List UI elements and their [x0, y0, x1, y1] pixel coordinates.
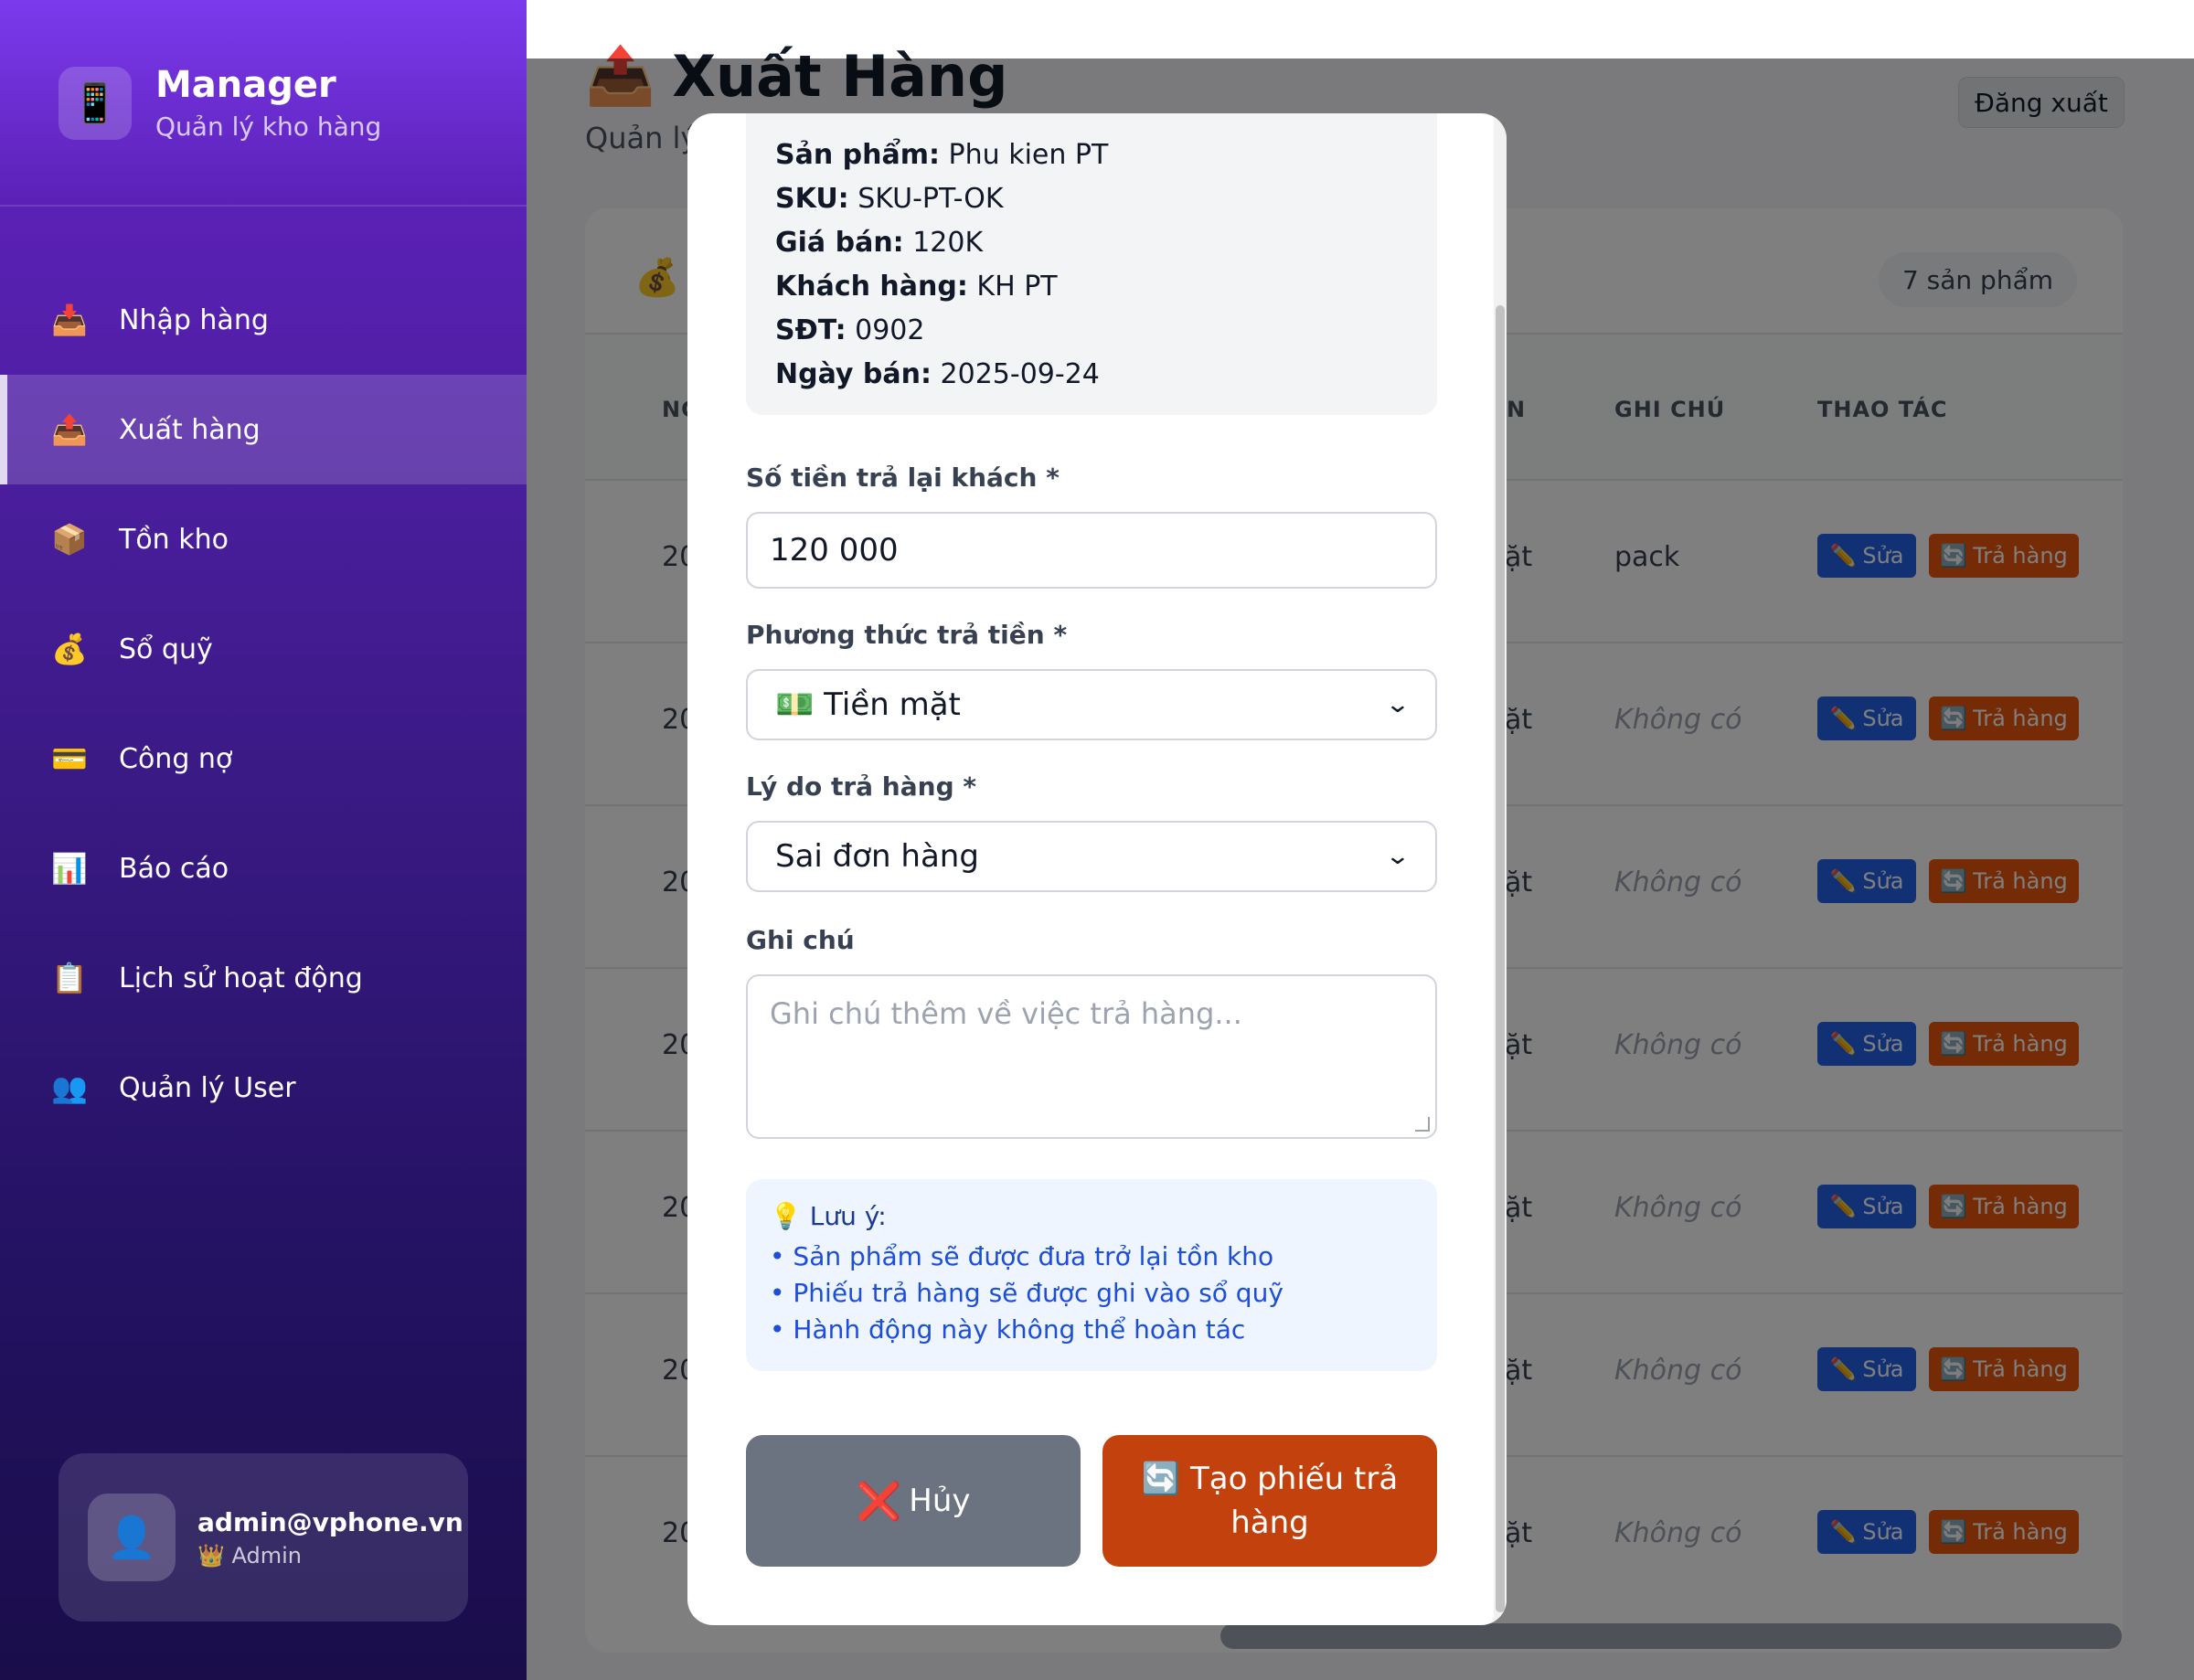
sidebar-item-label: Công nợ [119, 742, 233, 775]
return-reason-select[interactable]: Sai đơn hàng ⌄ [746, 821, 1437, 892]
sidebar-divider [0, 205, 527, 207]
note-placeholder: Ghi chú thêm về việc trả hàng... [770, 996, 1242, 1031]
refresh-icon: 🔄 [1141, 1461, 1181, 1497]
info-label: Giá bán: [775, 227, 904, 259]
cancel-label: Hủy [909, 1483, 971, 1519]
sidebar-item-xuat-hang[interactable]: 📤 Xuất hàng [0, 375, 527, 484]
note-textarea[interactable]: Ghi chú thêm về việc trả hàng... [746, 974, 1437, 1139]
package-icon: 📦 [51, 522, 88, 557]
return-reason-label: Lý do trả hàng * [746, 771, 976, 802]
close-icon: ❌ [856, 1480, 902, 1523]
sidebar-item-label: Xuất hàng [119, 413, 261, 446]
user-role: 👑 Admin [197, 1543, 463, 1568]
product-info-box: Sản phẩm: Phu kien PT SKU: SKU-PT-OK Giá… [746, 113, 1437, 415]
create-return-button[interactable]: 🔄 Tạo phiếu trả hàng [1102, 1435, 1437, 1567]
user-email: admin@vphone.vn [197, 1506, 463, 1537]
payment-method-select[interactable]: 💵 Tiền mặt ⌄ [746, 669, 1437, 740]
info-label: Khách hàng: [775, 271, 968, 303]
info-label: SKU: [775, 183, 849, 215]
brand-title: Manager [155, 64, 336, 106]
sidebar-item-label: Quản lý User [119, 1071, 296, 1104]
resize-handle[interactable] [1415, 1117, 1430, 1132]
lightbulb-icon: 💡 [770, 1201, 802, 1231]
outbox-icon: 📤 [51, 412, 88, 447]
inbox-icon: 📥 [51, 303, 88, 337]
notice-item: • Hành động này không thể hoàn tác [770, 1314, 1246, 1345]
modal-scrollbar-thumb[interactable] [1496, 305, 1505, 1612]
credit-card-icon: 💳 [51, 741, 88, 776]
return-reason-value: Sai đơn hàng [775, 838, 979, 875]
return-modal: Sản phẩm: Phu kien PT SKU: SKU-PT-OK Giá… [687, 113, 1507, 1625]
info-price: Giá bán: 120K [775, 221, 1408, 265]
info-value: SKU-PT-OK [857, 183, 1004, 215]
sidebar-item-bao-cao[interactable]: 📊 Báo cáo [0, 813, 527, 923]
notice-item: • Sản phẩm sẽ được đưa trở lại tồn kho [770, 1241, 1274, 1271]
chevron-down-icon: ⌄ [1384, 691, 1411, 718]
notice-title-text: Lưu ý: [809, 1201, 887, 1231]
sidebar-item-label: Báo cáo [119, 852, 229, 885]
info-label: SĐT: [775, 314, 847, 346]
info-sale-date: Ngày bán: 2025-09-24 [775, 353, 1408, 397]
sidebar-item-label: Tồn kho [119, 523, 229, 556]
sidebar-item-lich-su[interactable]: 📋 Lịch sử hoạt động [0, 923, 527, 1033]
notice-box: 💡 Lưu ý: • Sản phẩm sẽ được đưa trở lại … [746, 1179, 1437, 1371]
avatar: 👤 [88, 1494, 176, 1581]
sidebar-item-cong-no[interactable]: 💳 Công nợ [0, 704, 527, 813]
info-value: KH PT [976, 271, 1058, 303]
chevron-down-icon: ⌄ [1384, 843, 1411, 870]
cancel-button[interactable]: ❌ Hủy [746, 1435, 1081, 1567]
info-sku: SKU: SKU-PT-OK [775, 177, 1408, 221]
user-card[interactable]: 👤 admin@vphone.vn 👑 Admin [59, 1453, 468, 1622]
cash-icon: 💵 [775, 686, 815, 723]
info-value: Phu kien PT [948, 139, 1109, 171]
users-icon: 👥 [51, 1070, 88, 1105]
payment-method-text: Tiền mặt [824, 686, 961, 723]
sidebar-item-so-quy[interactable]: 💰 Sổ quỹ [0, 594, 527, 704]
brand-subtitle: Quản lý kho hàng [155, 112, 382, 142]
info-customer: Khách hàng: KH PT [775, 265, 1408, 309]
sidebar-item-ton-kho[interactable]: 📦 Tồn kho [0, 484, 527, 594]
info-label: Sản phẩm: [775, 139, 940, 171]
sidebar-item-nhap-hang[interactable]: 📥 Nhập hàng [0, 265, 527, 375]
brand[interactable]: 📱 Manager Quản lý kho hàng [59, 64, 381, 142]
phone-icon: 📱 [59, 66, 132, 140]
info-product: Sản phẩm: Phu kien PT [775, 133, 1408, 177]
refund-amount-input[interactable]: 120 000 [746, 512, 1437, 589]
sidebar-item-label: Lịch sử hoạt động [119, 962, 363, 994]
crown-icon: 👑 [197, 1542, 225, 1568]
create-return-text: Tạo phiếu trả hàng [1189, 1461, 1399, 1541]
sidebar-nav: 📥 Nhập hàng 📤 Xuất hàng 📦 Tồn kho 💰 Sổ q… [0, 265, 527, 1143]
sidebar-item-label: Sổ quỹ [119, 633, 213, 665]
money-bag-icon: 💰 [51, 632, 88, 666]
sidebar-item-label: Nhập hàng [119, 303, 269, 336]
sidebar-item-quan-ly-user[interactable]: 👥 Quản lý User [0, 1033, 527, 1143]
refund-amount-label: Số tiền trả lại khách * [746, 463, 1060, 493]
notice-item: • Phiếu trả hàng sẽ được ghi vào sổ quỹ [770, 1278, 1283, 1308]
user-role-label: Admin [231, 1542, 303, 1568]
info-value: 0902 [855, 314, 925, 346]
info-value: 120K [912, 227, 984, 259]
create-return-label: 🔄 Tạo phiếu trả hàng [1139, 1457, 1401, 1545]
info-phone: SĐT: 0902 [775, 309, 1408, 353]
payment-method-label: Phương thức trả tiền * [746, 620, 1068, 650]
bar-chart-icon: 📊 [51, 851, 88, 886]
info-label: Ngày bán: [775, 358, 932, 390]
modal-scrollbar[interactable] [1494, 113, 1507, 1625]
payment-method-value: 💵 Tiền mặt [775, 686, 961, 723]
notice-title: 💡 Lưu ý: [770, 1201, 1413, 1231]
info-value: 2025-09-24 [940, 358, 1100, 390]
sidebar: 📱 Manager Quản lý kho hàng 📥 Nhập hàng 📤… [0, 0, 527, 1680]
note-label: Ghi chú [746, 925, 855, 955]
clipboard-icon: 📋 [51, 961, 88, 995]
